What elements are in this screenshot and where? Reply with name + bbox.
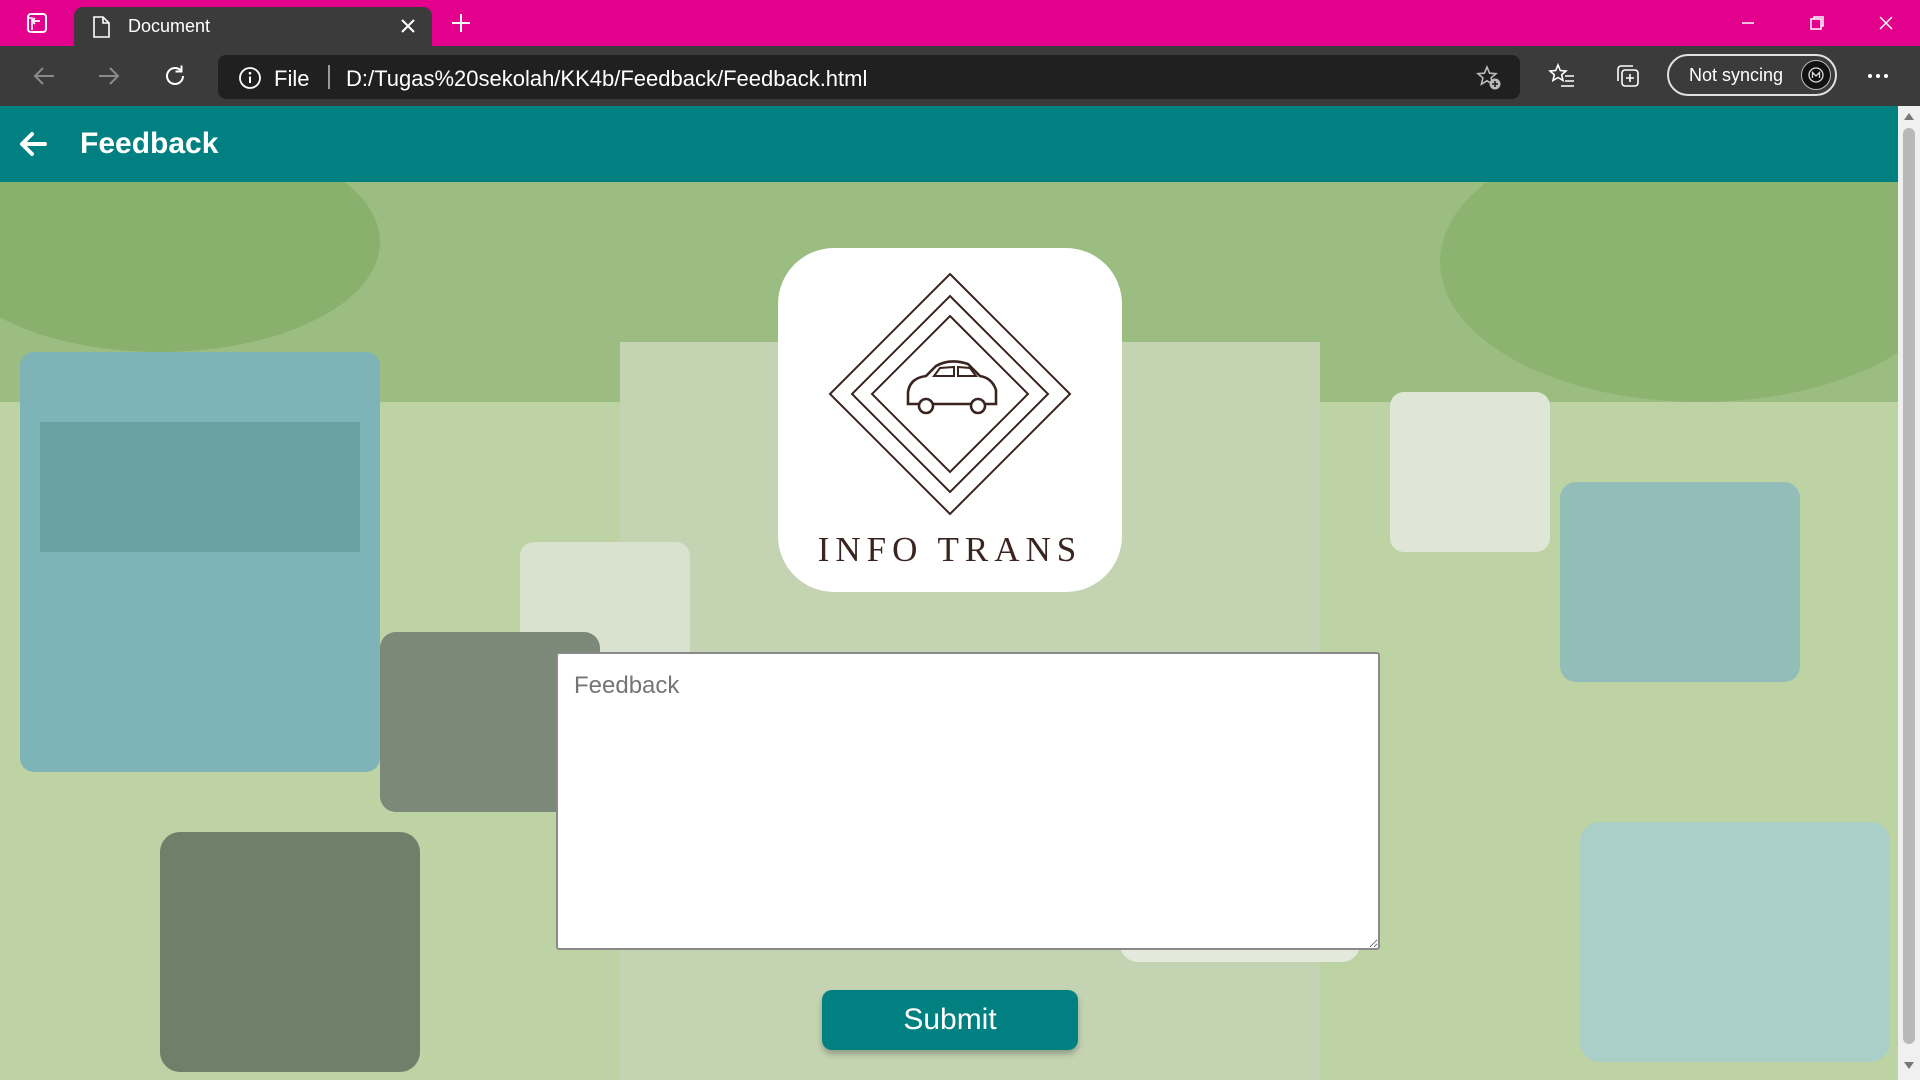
- browser-tab-bar: Document: [0, 0, 1920, 46]
- more-icon: [1868, 74, 1888, 78]
- sync-status-label: Not syncing: [1689, 64, 1784, 85]
- tab-title: Document: [128, 16, 211, 36]
- add-favorite-button[interactable]: [1476, 65, 1502, 91]
- close-tab-button[interactable]: [398, 16, 418, 36]
- refresh-button[interactable]: [159, 60, 191, 92]
- collections-icon: [1617, 65, 1639, 87]
- forward-button[interactable]: [93, 60, 125, 92]
- minimize-icon: [1741, 22, 1754, 24]
- info-trans-logo: INFO TRANS: [778, 248, 1122, 592]
- scrollbar-thumb[interactable]: [1903, 128, 1915, 1044]
- address-bar[interactable]: File D:/Tugas%20sekolah/KK4b/Feedback/Fe…: [218, 55, 1520, 99]
- favorites-button[interactable]: [1546, 60, 1578, 92]
- page-title: Feedback: [80, 127, 219, 160]
- collections-button[interactable]: [1612, 60, 1644, 92]
- feedback-textarea[interactable]: [556, 652, 1380, 950]
- minimize-button[interactable]: [1713, 0, 1782, 46]
- new-tab-button[interactable]: [436, 0, 486, 46]
- site-info-button[interactable]: [238, 66, 262, 90]
- plus-icon: [452, 14, 470, 32]
- tab-actions-button[interactable]: [0, 0, 74, 46]
- logo-text: INFO TRANS: [817, 530, 1083, 569]
- favorites-icon: [1548, 62, 1574, 87]
- page-viewport: Feedback INFO TRANS Submit: [0, 106, 1898, 1080]
- app-back-button[interactable]: [16, 127, 50, 161]
- car-diamond-logo-icon: [828, 272, 1072, 516]
- arrow-left-icon: [33, 67, 54, 85]
- address-separator: [328, 65, 330, 89]
- tab-actions-icon: [27, 13, 47, 33]
- document-icon: [92, 15, 110, 38]
- restore-button[interactable]: [1782, 0, 1851, 46]
- window-controls: [1713, 0, 1920, 46]
- back-button[interactable]: [28, 60, 60, 92]
- browser-toolbar: File D:/Tugas%20sekolah/KK4b/Feedback/Fe…: [0, 46, 1920, 106]
- restore-icon: [1809, 16, 1824, 30]
- page-scrollbar[interactable]: [1898, 106, 1920, 1080]
- arrow-left-icon: [20, 132, 47, 156]
- settings-menu-button[interactable]: [1862, 60, 1894, 92]
- star-plus-icon: [1476, 65, 1501, 90]
- address-url[interactable]: D:/Tugas%20sekolah/KK4b/Feedback/Feedbac…: [346, 66, 867, 92]
- close-icon: [1878, 16, 1893, 30]
- browser-tab[interactable]: Document: [74, 7, 432, 46]
- address-scheme-label: File: [274, 66, 310, 91]
- close-icon: [401, 19, 415, 33]
- app-header: Feedback: [0, 106, 1898, 182]
- avatar: [1801, 60, 1831, 90]
- info-icon: [239, 67, 261, 89]
- sync-profile-button[interactable]: Not syncing: [1667, 54, 1837, 96]
- submit-button[interactable]: Submit: [822, 990, 1078, 1050]
- scroll-up-arrow-icon[interactable]: [1904, 112, 1914, 120]
- close-window-button[interactable]: [1851, 0, 1920, 46]
- scroll-down-arrow-icon[interactable]: [1904, 1062, 1914, 1070]
- arrow-right-icon: [99, 67, 120, 85]
- refresh-icon: [166, 65, 184, 85]
